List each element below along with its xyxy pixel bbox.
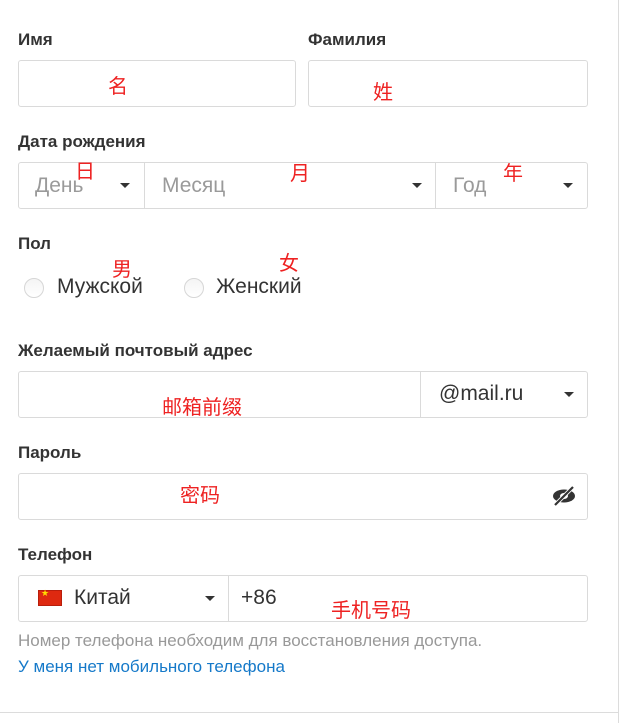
- email-annotation: 邮箱前缀: [162, 395, 242, 419]
- female-annotation: 女: [279, 251, 299, 275]
- last-name-input[interactable]: [308, 60, 588, 107]
- email-domain-select[interactable]: @mail.ru: [421, 372, 587, 417]
- first-name-label: Имя: [18, 30, 53, 49]
- day-annotation: 日: [75, 159, 95, 183]
- panel-bottom-border: [0, 712, 618, 713]
- phone-hint: Номер телефона необходим для восстановле…: [18, 631, 483, 650]
- phone-code: +86: [241, 586, 277, 609]
- gender-option-female[interactable]: Женский: [184, 274, 314, 302]
- year-placeholder: Год: [453, 174, 487, 197]
- year-caret-down-icon: [563, 183, 573, 188]
- password-label: Пароль: [18, 443, 82, 462]
- day-caret-down-icon: [120, 183, 130, 188]
- country-select[interactable]: Китай: [19, 576, 228, 621]
- email-label: Желаемый почтовый адрес: [18, 341, 253, 360]
- no-phone-link[interactable]: У меня нет мобильного телефона: [18, 657, 285, 677]
- phone-label: Телефон: [18, 545, 93, 564]
- first-name-annotation: 名: [108, 74, 128, 98]
- eye-slash-icon[interactable]: [550, 484, 578, 508]
- country-value: Китай: [74, 586, 131, 609]
- domain-caret-down-icon: [564, 392, 574, 397]
- country-caret-down-icon: [205, 596, 215, 601]
- female-label: Женский: [216, 275, 302, 298]
- year-annotation: 年: [503, 161, 523, 185]
- last-name-annotation: 姓: [373, 80, 393, 104]
- month-annotation: 月: [290, 161, 310, 185]
- last-name-label: Фамилия: [308, 30, 387, 49]
- month-placeholder: Месяц: [162, 174, 226, 197]
- china-flag-icon: [38, 588, 62, 606]
- gender-label: Пол: [18, 234, 51, 253]
- birth-date-label: Дата рождения: [18, 132, 146, 151]
- panel-right-border: [618, 0, 619, 723]
- male-radio[interactable]: [24, 278, 44, 298]
- password-input[interactable]: [18, 473, 588, 520]
- password-annotation: 密码: [180, 483, 220, 507]
- male-annotation: 男: [112, 257, 132, 281]
- female-radio[interactable]: [184, 278, 204, 298]
- email-domain-value: @mail.ru: [439, 382, 524, 405]
- phone-annotation: 手机号码: [331, 598, 411, 622]
- gender-option-male[interactable]: Мужской: [24, 274, 154, 302]
- first-name-input[interactable]: [18, 60, 296, 107]
- month-caret-down-icon: [412, 183, 422, 188]
